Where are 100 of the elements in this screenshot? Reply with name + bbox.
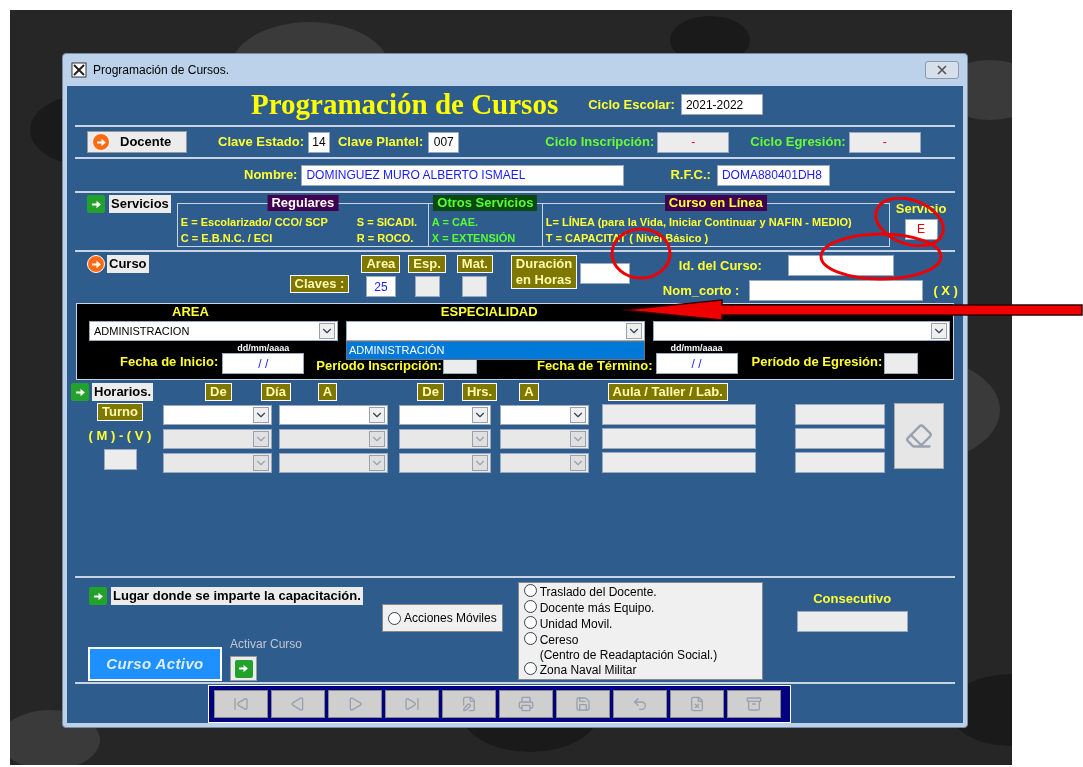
chevron-icon	[570, 406, 586, 423]
input-field[interactable]	[795, 404, 885, 425]
dropdown[interactable]	[163, 404, 272, 425]
input-field[interactable]	[787, 255, 894, 276]
dropdown-option[interactable]: ADMINISTRACIÓN	[347, 342, 644, 359]
dropdown[interactable]	[279, 404, 388, 425]
field-label: Período de Egresión:	[751, 352, 883, 371]
input-field[interactable]: 14	[308, 131, 330, 153]
input-field[interactable]	[795, 428, 885, 449]
legend-text: R = ROCO.	[356, 231, 414, 246]
chevron-icon	[472, 406, 488, 423]
field-label: Fecha de Inicio:	[120, 352, 219, 371]
field-label: Area	[361, 255, 401, 273]
input-field[interactable]	[462, 276, 488, 297]
input-field[interactable]: -	[848, 131, 921, 153]
input-field[interactable]: 25	[365, 276, 396, 297]
close-icon	[937, 65, 947, 75]
column-heading: AREA	[172, 302, 209, 321]
group-title: Otros Servicios	[433, 195, 538, 211]
dropdown[interactable]	[399, 404, 491, 425]
input-field[interactable]: 2021-2022	[680, 94, 763, 115]
group-title: Curso en Línea	[664, 195, 767, 211]
input-field[interactable]: 007	[428, 131, 460, 153]
save-icon	[575, 696, 591, 712]
chevron-icon	[931, 323, 947, 339]
chevron-icon	[253, 406, 269, 423]
input-field[interactable]	[795, 452, 885, 473]
legend-text: C = E.B.N.C. / ECI	[180, 231, 274, 246]
field-label: Activar Curso	[230, 636, 303, 653]
radio-button[interactable]	[523, 632, 537, 645]
input-field[interactable]	[579, 263, 630, 284]
field-label: Ciclo Egresión:	[750, 133, 846, 152]
input-field[interactable]	[796, 610, 908, 632]
field-label: R.F.C.:	[670, 166, 711, 185]
chevron-icon	[253, 454, 269, 471]
field-label: De	[205, 383, 232, 401]
option-label[interactable]: Unidad Movil.	[539, 616, 613, 632]
legend-text: E = Escolarizado/ CCO/ SCP	[180, 215, 329, 230]
field-label: Turno	[97, 403, 143, 421]
chevron-icon	[472, 430, 488, 447]
radio-button[interactable]	[523, 584, 537, 597]
input-field[interactable]: E	[904, 218, 938, 240]
input-field[interactable]: / /	[655, 353, 738, 374]
input-field[interactable]	[602, 428, 756, 449]
field-label: Aula / Taller / Lab.	[607, 383, 728, 401]
field-label: Fecha de Término:	[536, 356, 653, 375]
input-field[interactable]: -	[657, 131, 730, 153]
section-label: Lugar donde se imparte la capacitación.	[111, 587, 363, 605]
chevron-icon	[369, 454, 385, 471]
radio-button[interactable]	[523, 662, 537, 675]
field-label: Claves :	[289, 275, 350, 293]
dropdown[interactable]	[500, 404, 589, 425]
legend-text: S = SICADI.	[356, 215, 418, 230]
dropdown[interactable]: ADMINISTRACION	[89, 321, 338, 341]
input-field[interactable]	[602, 404, 756, 425]
first-icon	[233, 696, 249, 712]
field-label: Nom_corto :	[662, 281, 740, 300]
close-button[interactable]	[925, 61, 959, 79]
previous-icon	[290, 696, 306, 712]
field-label: De	[417, 383, 444, 401]
option-label[interactable]: Zona Naval Militar	[539, 662, 637, 678]
chevron-icon	[369, 406, 385, 423]
input-field[interactable]: DOMA880401DH8	[716, 164, 830, 186]
date-format-hint: dd/mm/aaaa	[670, 343, 723, 353]
input-field[interactable]	[103, 448, 137, 470]
radio-button[interactable]	[523, 616, 537, 629]
input-field[interactable]	[414, 276, 440, 297]
field-label: Mat.	[456, 255, 493, 273]
option-label[interactable]: Traslado del Docente.	[539, 584, 657, 600]
archive-icon	[746, 696, 762, 712]
field-label: Esp.	[408, 255, 446, 273]
radio-button[interactable]	[523, 600, 537, 613]
acciones-moviles-option[interactable]: Acciones Móviles	[382, 604, 503, 632]
radio-button[interactable]	[388, 611, 401, 625]
input-field[interactable]	[884, 353, 919, 374]
field-label: Duración en Horas	[510, 255, 577, 289]
printer-icon	[518, 696, 534, 712]
app-icon	[71, 62, 87, 78]
chevron-icon	[626, 323, 642, 339]
window-title: Programación de Cursos.	[93, 62, 230, 79]
chevron-icon	[319, 323, 335, 339]
eraser-icon	[905, 422, 933, 450]
form-title: Programación de Cursos	[251, 86, 559, 122]
input-field[interactable]	[602, 452, 756, 473]
field-label: Ciclo Escolar:	[588, 95, 675, 114]
field-label: Período Inscripción:	[316, 356, 442, 375]
activate-button[interactable]	[230, 656, 257, 681]
field-label: Clave Plantel:	[338, 133, 424, 152]
shift-hint: ( M ) - ( V )	[88, 427, 152, 445]
option-label[interactable]: Docente más Equipo.	[539, 600, 655, 616]
input-field[interactable]: DOMINGUEZ MURO ALBERTO ISMAEL	[301, 164, 625, 186]
input-field[interactable]: / /	[222, 353, 305, 374]
field-label: Hrs.	[461, 383, 498, 401]
option-label[interactable]: Cereso	[539, 632, 718, 648]
input-field[interactable]	[749, 280, 924, 301]
field-label: ( X )	[933, 281, 958, 300]
docente-button[interactable]: Docente	[87, 131, 187, 153]
chevron-icon	[472, 454, 488, 471]
field-label: Id. del Curso:	[678, 256, 762, 275]
field-label: Clave Estado:	[218, 133, 304, 152]
